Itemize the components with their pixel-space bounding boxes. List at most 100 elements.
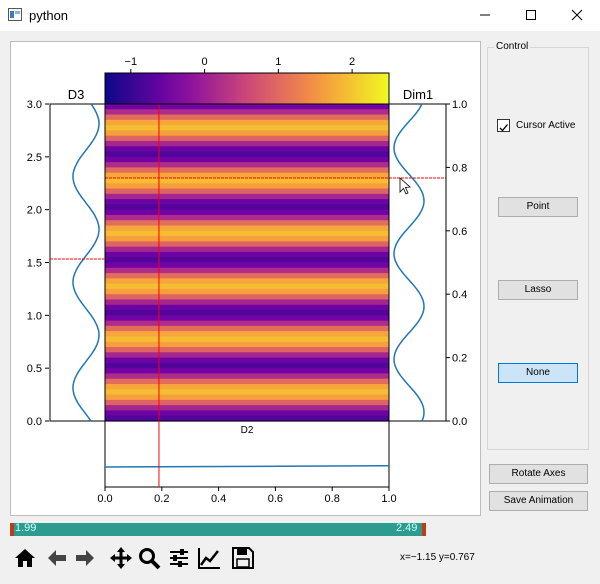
heatmap-band	[105, 177, 389, 184]
heatmap-band	[105, 294, 389, 301]
y-tick-label: 2.5	[27, 152, 42, 164]
zoom-icon[interactable]	[136, 545, 162, 571]
y-tick-label: 3.0	[27, 99, 42, 111]
heatmap-band	[105, 288, 389, 295]
y-tick-label: 0.0	[27, 416, 42, 428]
heatmap-band	[105, 114, 389, 121]
heatmap-band	[105, 315, 389, 322]
heatmap-band	[105, 352, 389, 359]
configure-subplots-icon[interactable]	[166, 545, 192, 571]
heatmap-band	[105, 236, 389, 242]
none-button[interactable]: None	[498, 363, 578, 383]
save-animation-button[interactable]: Save Animation	[489, 491, 588, 511]
heatmap-band	[105, 225, 389, 232]
dim1-axes-frame	[388, 103, 447, 422]
colorbar-tick-label: 1	[275, 56, 281, 68]
control-group	[487, 47, 589, 450]
range-slider-max-handle[interactable]	[422, 523, 426, 536]
dim1-profile-line	[393, 103, 425, 422]
range-slider-min-handle[interactable]	[10, 523, 14, 536]
cursor-coordinates: x=−1.15 y=0.767	[400, 552, 475, 563]
heatmap-band	[105, 394, 389, 401]
heatmap-band	[105, 109, 389, 116]
heatmap-band	[105, 251, 389, 258]
rotate-axes-button[interactable]: Rotate Axes	[489, 464, 588, 484]
heatmap-band	[105, 378, 389, 385]
point-button[interactable]: Point	[498, 197, 578, 217]
heatmap-band	[105, 341, 389, 348]
heatmap-band	[105, 209, 389, 216]
heatmap-band	[105, 119, 389, 126]
heatmap-band	[105, 140, 389, 147]
heatmap-band	[105, 220, 389, 227]
heatmap-band	[105, 389, 389, 396]
x-tick-label: 0.4	[211, 493, 226, 505]
colorbar-tick-label: 0	[202, 56, 208, 68]
heatmap-band	[105, 167, 389, 174]
heatmap-band	[105, 241, 389, 248]
heatmap-band	[105, 193, 389, 200]
heatmap-band	[105, 214, 389, 221]
heatmap-band	[105, 125, 389, 132]
heatmap-band	[105, 183, 389, 190]
heatmap-band	[105, 267, 389, 274]
heatmap-band	[105, 310, 389, 316]
dim1-tick-label: 0.4	[452, 289, 467, 301]
lasso-button[interactable]: Lasso	[498, 280, 578, 300]
d2-profile-line	[104, 464, 390, 468]
range-slider-min-label: 1.99	[15, 522, 37, 534]
range-slider[interactable]	[10, 523, 426, 536]
forward-arrow-icon[interactable]	[72, 545, 98, 571]
heatmap-band	[105, 304, 389, 311]
heatmap-band	[105, 162, 389, 168]
heatmap-band	[105, 336, 389, 343]
heatmap-band	[105, 146, 389, 153]
colorbar-tick-label: −1	[125, 56, 138, 68]
pan-icon[interactable]	[108, 545, 134, 571]
heatmap-band	[105, 130, 389, 137]
back-arrow-icon[interactable]	[44, 545, 70, 571]
x-tick-label: 1.0	[381, 493, 396, 505]
heatmap-band	[105, 204, 389, 211]
dim1-tick-label: 0.2	[452, 353, 467, 365]
checkmark-icon	[499, 124, 508, 132]
y-tick-label: 1.0	[27, 310, 42, 322]
heatmap-band	[105, 357, 389, 364]
y-tick-label: 2.0	[27, 205, 42, 217]
heatmap-band	[105, 347, 389, 353]
heatmap-band	[105, 399, 389, 406]
heatmap-band	[105, 199, 389, 205]
heatmap-band	[105, 156, 389, 163]
heatmap-band	[105, 405, 389, 412]
x-tick-label: 0.6	[268, 493, 283, 505]
d3-label: D3	[68, 87, 85, 102]
range-slider-max-label: 2.49	[396, 522, 418, 534]
heatmap-band	[105, 368, 389, 375]
heatmap-band	[105, 230, 389, 237]
heatmap-band	[105, 273, 389, 279]
dim1-label: Dim1	[403, 87, 433, 102]
y-tick-label: 1.5	[27, 258, 42, 270]
dim1-tick-label: 0.0	[452, 416, 467, 428]
heatmap-band	[105, 188, 389, 195]
heatmap-band	[105, 299, 389, 306]
cursor-active-label: Cursor Active	[516, 120, 576, 131]
heatmap-band	[105, 278, 389, 285]
mouse-pointer-icon	[399, 177, 411, 195]
x-tick-label: 0.2	[154, 493, 169, 505]
cursor-active-checkbox[interactable]	[497, 119, 510, 132]
navigation-toolbar	[12, 545, 262, 575]
x-tick-label: 0.0	[97, 493, 112, 505]
home-icon[interactable]	[12, 545, 38, 571]
heatmap-band	[105, 262, 389, 269]
heatmap-band	[105, 246, 389, 253]
save-icon[interactable]	[230, 545, 256, 571]
y-tick-label: 0.5	[27, 363, 42, 375]
dim1-tick-label: 1.0	[452, 99, 467, 111]
heatmap-band	[105, 362, 389, 369]
dim1-tick-label: 0.6	[452, 226, 467, 238]
colorbar	[104, 72, 390, 105]
heatmap-band	[105, 373, 389, 380]
d3-profile-line	[72, 103, 100, 422]
edit-axis-icon[interactable]	[196, 545, 222, 571]
